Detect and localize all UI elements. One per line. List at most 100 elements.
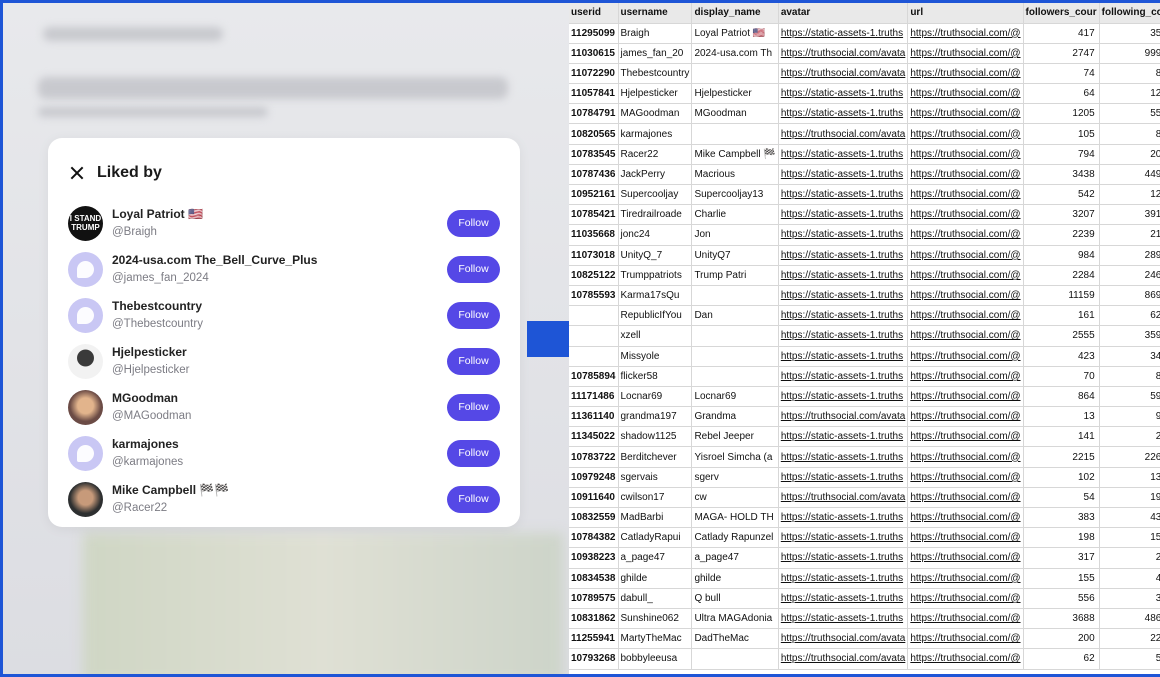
user-name[interactable]: MGoodman	[112, 391, 447, 406]
table-cell[interactable]: https://static-assets-1.truths	[778, 83, 909, 105]
table-cell[interactable]: 2215	[1023, 446, 1100, 468]
table-cell[interactable]: 2747	[1023, 43, 1100, 64]
table-cell[interactable]: 10825122	[569, 265, 619, 286]
table-cell[interactable]: 47	[1099, 568, 1160, 589]
table-cell[interactable]: Hjelpesticker	[691, 83, 779, 105]
avatar[interactable]	[68, 435, 103, 471]
table-cell[interactable]: Grandma	[691, 406, 779, 428]
table-cell[interactable]: https://truthsocial.com/@	[907, 346, 1024, 367]
table-cell[interactable]: 4490	[1099, 164, 1160, 186]
table-cell[interactable]: Charlie	[691, 204, 779, 226]
table-cell[interactable]: https://truthsocial.com/@	[907, 43, 1024, 64]
table-cell[interactable]: 10911640	[569, 487, 619, 509]
table-cell[interactable]: 10793268	[569, 648, 619, 670]
column-header[interactable]: avatar	[778, 3, 909, 24]
table-cell[interactable]: flicker58	[618, 366, 693, 387]
table-cell[interactable]	[691, 648, 779, 670]
table-cell[interactable]: 10979248	[569, 467, 619, 488]
table-cell[interactable]: https://truthsocial.com/avata	[778, 628, 909, 650]
table-cell[interactable]: 62	[1023, 648, 1100, 670]
table-cell[interactable]: 2024-usa.com Th	[691, 43, 779, 64]
user-row[interactable]: MGoodman @MAGoodman Follow	[68, 384, 500, 430]
user-row[interactable]: Mike Campbell 🏁🏁 @Racer22 Follow	[68, 476, 500, 522]
table-cell[interactable]: https://truthsocial.com/avata	[778, 406, 909, 428]
table-cell[interactable]: 11072290	[569, 63, 619, 85]
follow-button[interactable]: Follow	[447, 301, 500, 329]
table-cell[interactable]: james_fan_20	[618, 43, 693, 64]
table-cell[interactable]: 553	[1099, 103, 1160, 125]
table-cell[interactable]: https://static-assets-1.truths	[778, 144, 909, 165]
table-cell[interactable]: 22	[1099, 426, 1160, 448]
table-cell[interactable]: DadTheMac	[691, 628, 779, 650]
table-cell[interactable]: https://truthsocial.com/@	[907, 446, 1024, 468]
table-cell[interactable]: 70	[1023, 366, 1100, 387]
follow-button[interactable]: Follow	[447, 439, 500, 467]
table-cell[interactable]: Tiredrailroade	[618, 204, 693, 226]
table-cell[interactable]: https://static-assets-1.truths	[778, 446, 909, 468]
table-cell[interactable]: https://truthsocial.com/@	[907, 568, 1024, 589]
table-cell[interactable]: https://truthsocial.com/avata	[778, 123, 909, 145]
table-cell[interactable]: Rebel Jeeper	[691, 426, 779, 448]
table-cell[interactable]: Thebestcountry	[618, 63, 693, 85]
table-cell[interactable]: https://static-assets-1.truths	[778, 346, 909, 367]
table-cell[interactable]: Trumppatriots	[618, 265, 693, 286]
table-cell[interactable]: UnityQ7	[691, 245, 779, 266]
avatar[interactable]	[68, 389, 103, 425]
table-cell[interactable]: https://truthsocial.com/@	[907, 487, 1024, 509]
table-cell[interactable]: https://truthsocial.com/@	[907, 245, 1024, 266]
table-cell[interactable]: https://static-assets-1.truths	[778, 366, 909, 387]
table-cell[interactable]	[691, 325, 779, 347]
follow-button[interactable]: Follow	[447, 255, 500, 283]
table-cell[interactable]: https://truthsocial.com/@	[907, 305, 1024, 327]
table-cell[interactable]: 1205	[1023, 103, 1100, 125]
table-cell[interactable]: https://truthsocial.com/@	[907, 325, 1024, 347]
table-cell[interactable]: Catlady Rapunzel	[691, 527, 779, 549]
table-cell[interactable]: https://truthsocial.com/@	[907, 83, 1024, 105]
table-cell[interactable]: 9999	[1099, 43, 1160, 64]
avatar[interactable]	[68, 297, 103, 333]
column-header[interactable]: followers_cour	[1023, 3, 1100, 24]
table-cell[interactable]: 156	[1099, 527, 1160, 549]
table-cell[interactable]: Racer22	[618, 144, 693, 165]
table-cell[interactable]: https://static-assets-1.truths	[778, 265, 909, 286]
table-cell[interactable]	[691, 123, 779, 145]
table-cell[interactable]: UnityQ_7	[618, 245, 693, 266]
table-cell[interactable]: 10784791	[569, 103, 619, 125]
table-cell[interactable]: 10785593	[569, 285, 619, 307]
user-row[interactable]: karmajones @karmajones Follow	[68, 430, 500, 476]
table-cell[interactable]: 97	[1099, 406, 1160, 428]
table-cell[interactable]: Supercooljay	[618, 184, 693, 206]
table-cell[interactable]: Supercooljay13	[691, 184, 779, 206]
table-cell[interactable]: Yisroel Simcha (a	[691, 446, 779, 468]
table-cell[interactable]: https://static-assets-1.truths	[778, 103, 909, 125]
table-cell[interactable]: 10789575	[569, 588, 619, 609]
table-cell[interactable]: 10787436	[569, 164, 619, 186]
table-cell[interactable]: 59	[1099, 648, 1160, 670]
table-cell[interactable]: https://truthsocial.com/avata	[778, 63, 909, 85]
user-row[interactable]: I STAND TRUMP Loyal Patriot 🇺🇸 @Braigh Foll…	[68, 200, 500, 246]
table-cell[interactable]: 10820565	[569, 123, 619, 145]
table-cell[interactable]: https://truthsocial.com/@	[907, 547, 1024, 569]
table-cell[interactable]: 10785894	[569, 366, 619, 387]
avatar[interactable]	[68, 481, 103, 517]
table-cell[interactable]: 11295099	[569, 23, 619, 44]
table-cell[interactable]: MGoodman	[691, 103, 779, 125]
table-cell[interactable]: 198	[1023, 527, 1100, 549]
table-cell[interactable]: ghilde	[618, 568, 693, 589]
follow-button[interactable]: Follow	[447, 485, 500, 513]
avatar[interactable]	[68, 251, 103, 287]
table-cell[interactable]: ghilde	[691, 568, 779, 589]
table-cell[interactable]: JackPerry	[618, 164, 693, 186]
table-cell[interactable]: 123	[1099, 184, 1160, 206]
table-cell[interactable]: 54	[1023, 487, 1100, 509]
table-cell[interactable]: https://static-assets-1.truths	[778, 325, 909, 347]
table-cell[interactable]: https://truthsocial.com/@	[907, 648, 1024, 670]
table-cell[interactable]: https://truthsocial.com/@	[907, 103, 1024, 125]
table-cell[interactable]: https://static-assets-1.truths	[778, 568, 909, 589]
table-cell[interactable]: Mike Campbell 🏁	[691, 144, 779, 165]
table-cell[interactable]: 11171486	[569, 386, 619, 408]
table-cell[interactable]: 155	[1023, 568, 1100, 589]
table-cell[interactable]: https://static-assets-1.truths	[778, 305, 909, 327]
table-cell[interactable]: 10832559	[569, 507, 619, 529]
table-cell[interactable]: https://static-assets-1.truths	[778, 285, 909, 307]
